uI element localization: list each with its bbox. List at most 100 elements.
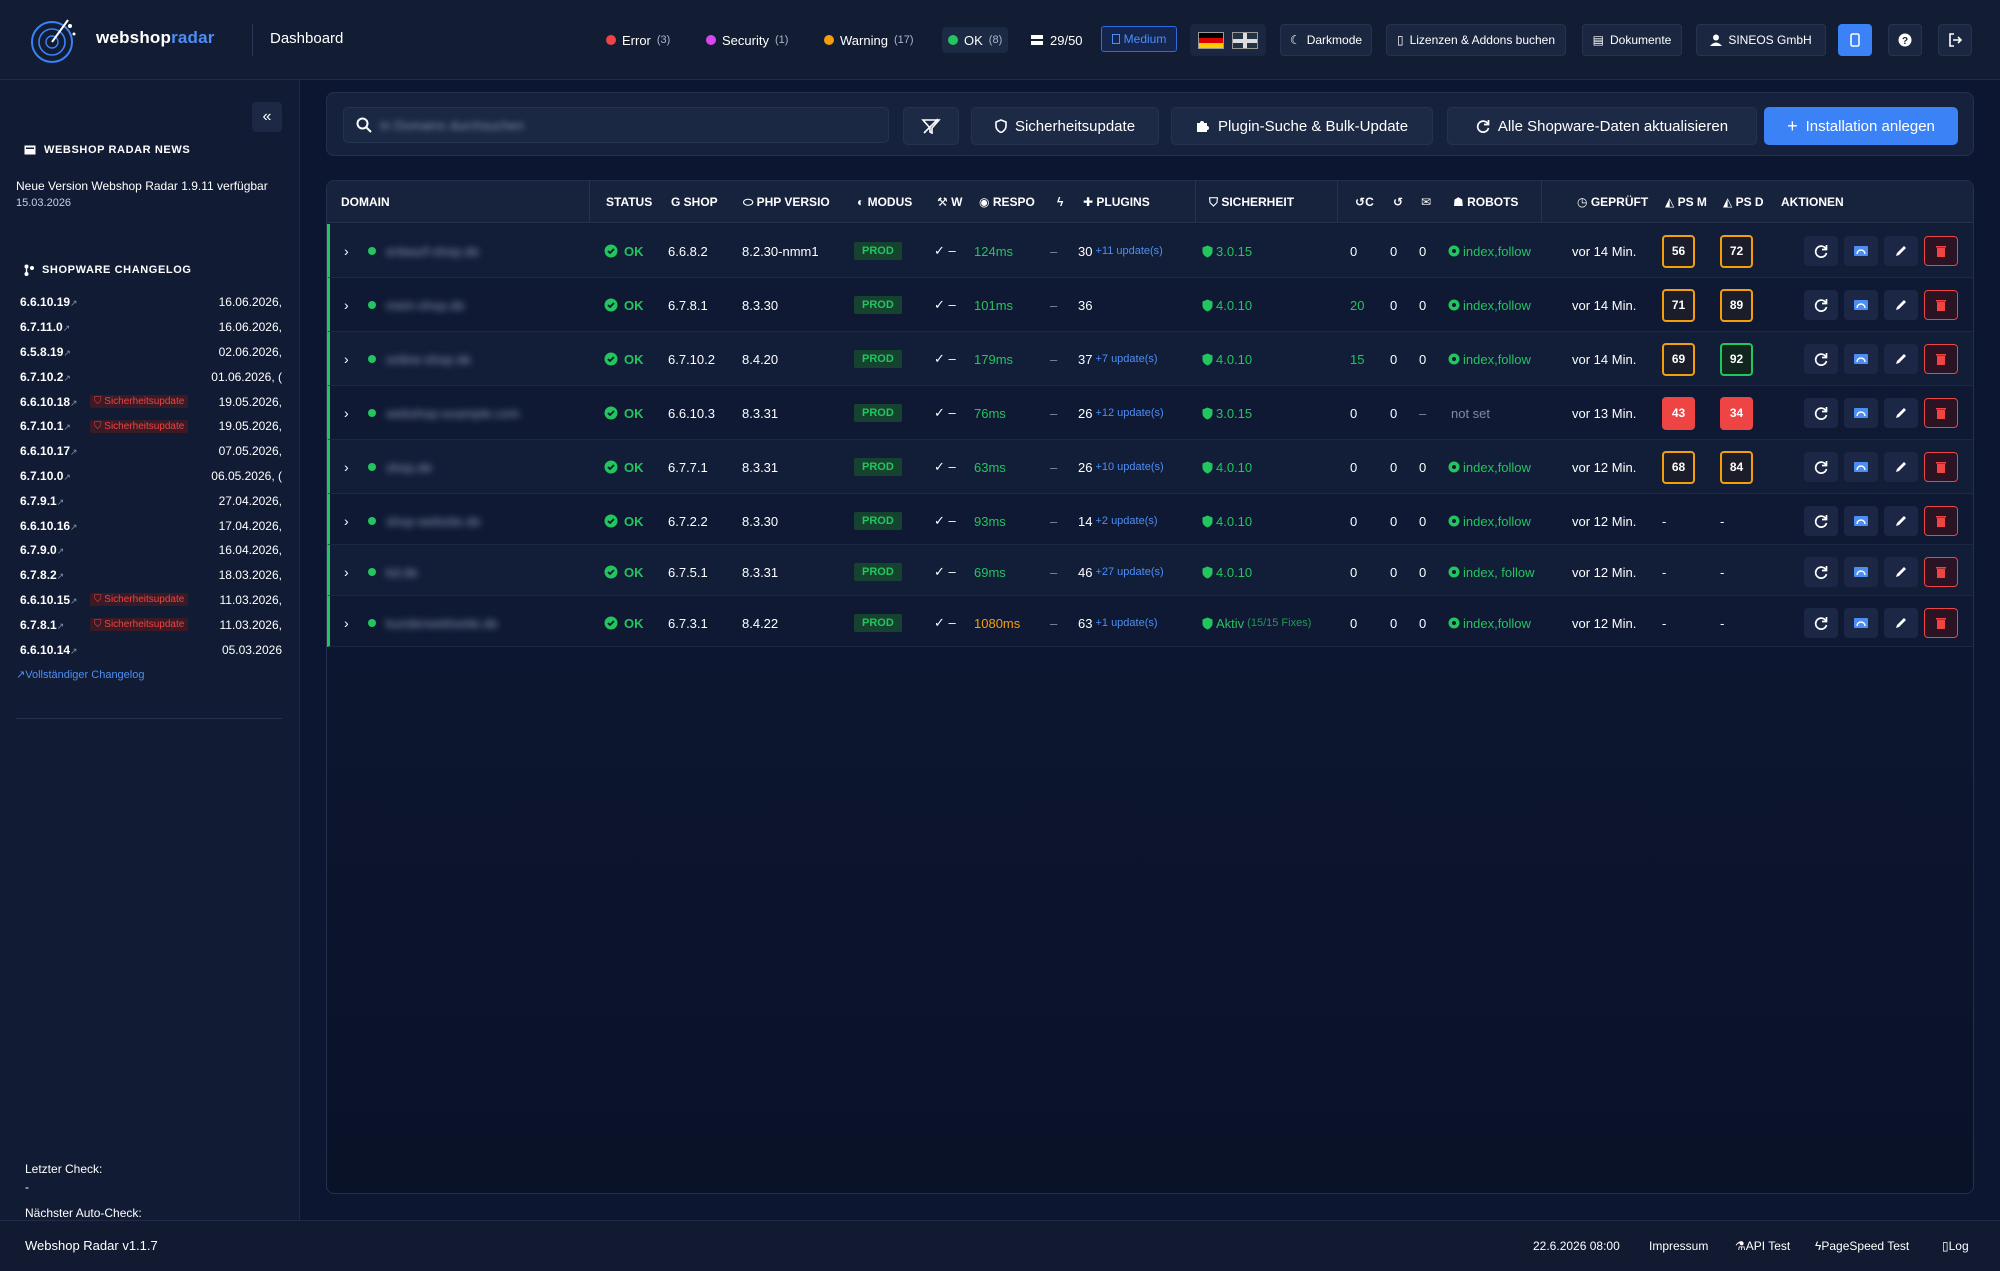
domain-cell[interactable]: kundenwebseite.de (368, 596, 498, 650)
edit-row-button[interactable] (1884, 608, 1918, 638)
plugin-updates[interactable]: +10 update(s) (1095, 461, 1163, 473)
table-row[interactable]: › kundenwebseite.de OK 6.7.3.1 8.4.22 PROD ✓ –… (327, 596, 1973, 647)
pagespeed-row-button[interactable] (1844, 452, 1878, 482)
changelog-item[interactable]: 6.6.10.16↗ 17.04.2026, (20, 513, 282, 538)
pagespeed-score[interactable]: 92 (1720, 342, 1753, 376)
edit-row-button[interactable] (1884, 452, 1918, 482)
domain-cell[interactable]: entwurf-shop.de (368, 224, 479, 278)
domain-cell[interactable]: mein-shop.de (368, 278, 465, 332)
col-plugins[interactable]: ✚ PLUGINS (1083, 195, 1183, 209)
refresh-row-button[interactable] (1804, 344, 1838, 374)
edit-row-button[interactable] (1884, 290, 1918, 320)
plugin-updates[interactable]: +12 update(s) (1095, 407, 1163, 419)
table-row[interactable]: › kd.de OK 6.7.5.1 8.3.31 PROD ✓ – 69ms – 46 +27 u… (327, 545, 1973, 596)
expand-row-button[interactable]: › (344, 386, 349, 440)
delete-row-button[interactable] (1924, 290, 1958, 320)
changelog-item[interactable]: 6.7.9.0↗ 16.04.2026, (20, 538, 282, 563)
col-shop[interactable]: G SHOP (671, 195, 731, 209)
plugins-cell[interactable]: 46 +27 update(s) (1078, 545, 1164, 599)
domain-cell[interactable]: kd.de (368, 545, 418, 599)
refresh-row-button[interactable] (1804, 506, 1838, 536)
collapse-sidebar-button[interactable]: « (252, 102, 282, 132)
changelog-item[interactable]: 6.7.10.1↗ ⛉ Sicherheitsupdate 19.05.2026, (20, 414, 282, 439)
table-row[interactable]: › online-shop.de OK 6.7.10.2 8.4.20 PROD ✓ – 17… (327, 332, 1973, 386)
uk-flag-icon[interactable] (1232, 31, 1258, 49)
delete-row-button[interactable] (1924, 344, 1958, 374)
pagespeed-test-link[interactable]: ϟPageSpeed Test (1815, 1239, 1909, 1253)
refresh-row-button[interactable] (1804, 398, 1838, 428)
pagespeed-row-button[interactable] (1844, 344, 1878, 374)
table-row[interactable]: › mein-shop.de OK 6.7.8.1 8.3.30 PROD ✓ – 101ms… (327, 278, 1973, 332)
plugins-cell[interactable]: 14 +2 update(s) (1078, 494, 1158, 548)
pagespeed-score[interactable]: 68 (1662, 450, 1695, 484)
pagespeed-score[interactable]: 56 (1662, 234, 1695, 268)
col-mode[interactable]: ◐ MODUS (857, 195, 929, 209)
pagespeed-row-button[interactable] (1844, 608, 1878, 638)
changelog-item[interactable]: 6.5.8.19↗ 02.06.2026, (20, 340, 282, 365)
col-mail[interactable]: ✉ (1421, 195, 1437, 209)
licenses-button[interactable]: ▯ Lizenzen & Addons buchen (1386, 24, 1566, 56)
search-input[interactable]: In Domains durchsuchen (343, 107, 889, 143)
domain-cell[interactable]: shop.de (368, 440, 432, 494)
delete-row-button[interactable] (1924, 452, 1958, 482)
changelog-item[interactable]: 6.7.8.1↗ ⛉ Sicherheitsupdate 11.03.2026, (20, 612, 282, 637)
delete-row-button[interactable] (1924, 398, 1958, 428)
pagespeed-score[interactable]: 69 (1662, 342, 1695, 376)
edit-row-button[interactable] (1884, 557, 1918, 587)
changelog-item[interactable]: 6.6.10.14↗ 05.03.2026 (20, 637, 282, 662)
changelog-item[interactable]: 6.7.9.1↗ 27.04.2026, (20, 488, 282, 513)
plugins-cell[interactable]: 26 +10 update(s) (1078, 440, 1164, 494)
col-php[interactable]: ⬭ PHP VERSIO (743, 195, 843, 210)
plugins-cell[interactable]: 26 +12 update(s) (1078, 386, 1164, 440)
status-filter-ok[interactable]: OK (8) (942, 27, 1009, 53)
refresh-row-button[interactable] (1804, 236, 1838, 266)
plugin-updates[interactable]: +2 update(s) (1095, 515, 1157, 527)
col-history[interactable]: ↺ (1393, 195, 1409, 209)
refresh-row-button[interactable] (1804, 290, 1838, 320)
table-row[interactable]: › shop.de OK 6.7.7.1 8.3.31 PROD ✓ – 63ms – 26 +10… (327, 440, 1973, 494)
col-domain[interactable]: DOMAIN (341, 195, 390, 209)
expand-row-button[interactable]: › (344, 224, 349, 278)
plugin-updates[interactable]: +1 update(s) (1095, 617, 1157, 629)
news-item[interactable]: Neue Version Webshop Radar 1.9.11 verfüg… (16, 178, 268, 212)
mobile-view-button[interactable] (1838, 24, 1872, 56)
help-button[interactable]: ? (1888, 24, 1922, 56)
status-filter-warning[interactable]: Warning (17) (818, 27, 920, 53)
pagespeed-score[interactable]: 43 (1662, 396, 1695, 430)
plugins-cell[interactable]: 36 (1078, 278, 1095, 332)
table-row[interactable]: › webshop-example.com OK 6.6.10.3 8.3.31 PROD… (327, 386, 1973, 440)
refresh-all-button[interactable]: Alle Shopware-Daten aktualisieren (1447, 107, 1757, 145)
expand-row-button[interactable]: › (344, 545, 349, 599)
logout-button[interactable] (1938, 24, 1972, 56)
user-menu-button[interactable]: SINEOS GmbH (1696, 24, 1826, 56)
plugin-search-button[interactable]: Plugin-Suche & Bulk-Update (1171, 107, 1433, 145)
delete-row-button[interactable] (1924, 608, 1958, 638)
pagespeed-score[interactable]: 34 (1720, 396, 1753, 430)
changelog-item[interactable]: 6.7.10.2↗ 01.06.2026, ( (20, 364, 282, 389)
col-history-c[interactable]: ↺C (1355, 195, 1377, 209)
changelog-item[interactable]: 6.6.10.15↗ ⛉ Sicherheitsupdate 11.03.2026, (20, 588, 282, 613)
domain-cell[interactable]: webshop-example.com (368, 386, 520, 440)
clear-filter-button[interactable] (903, 107, 959, 145)
table-row[interactable]: › shop-website.de OK 6.7.2.2 8.3.30 PROD ✓ – 93… (327, 494, 1973, 545)
changelog-item[interactable]: 6.6.10.18↗ ⛉ Sicherheitsupdate 19.05.2026, (20, 389, 282, 414)
col-w[interactable]: ⚒ W (937, 195, 969, 209)
changelog-item[interactable]: 6.6.10.19↗ 16.06.2026, (20, 290, 282, 315)
log-link[interactable]: ▯Log (1942, 1239, 1969, 1253)
plan-badge[interactable]: Medium (1101, 26, 1177, 52)
expand-row-button[interactable]: › (344, 332, 349, 386)
edit-row-button[interactable] (1884, 398, 1918, 428)
changelog-item[interactable]: 6.6.10.17↗ 07.05.2026, (20, 439, 282, 464)
plugin-updates[interactable]: +11 update(s) (1095, 245, 1162, 257)
edit-row-button[interactable] (1884, 236, 1918, 266)
col-status[interactable]: STATUS (606, 195, 652, 209)
pagespeed-score[interactable]: 72 (1720, 234, 1753, 268)
col-security[interactable]: ⛉ SICHERHEIT (1209, 195, 1329, 210)
table-row[interactable]: › entwurf-shop.de OK 6.6.8.2 8.2.30-nmm1 PROD… (327, 224, 1973, 278)
pagespeed-row-button[interactable] (1844, 398, 1878, 428)
documents-button[interactable]: ▤ Dokumente (1582, 24, 1682, 56)
changelog-item[interactable]: 6.7.11.0↗ 16.06.2026, (20, 315, 282, 340)
changelog-item[interactable]: 6.7.8.2↗ 18.03.2026, (20, 563, 282, 588)
full-changelog-link[interactable]: ↗Vollständiger Changelog (16, 668, 144, 681)
plugin-updates[interactable]: +7 update(s) (1095, 353, 1157, 365)
